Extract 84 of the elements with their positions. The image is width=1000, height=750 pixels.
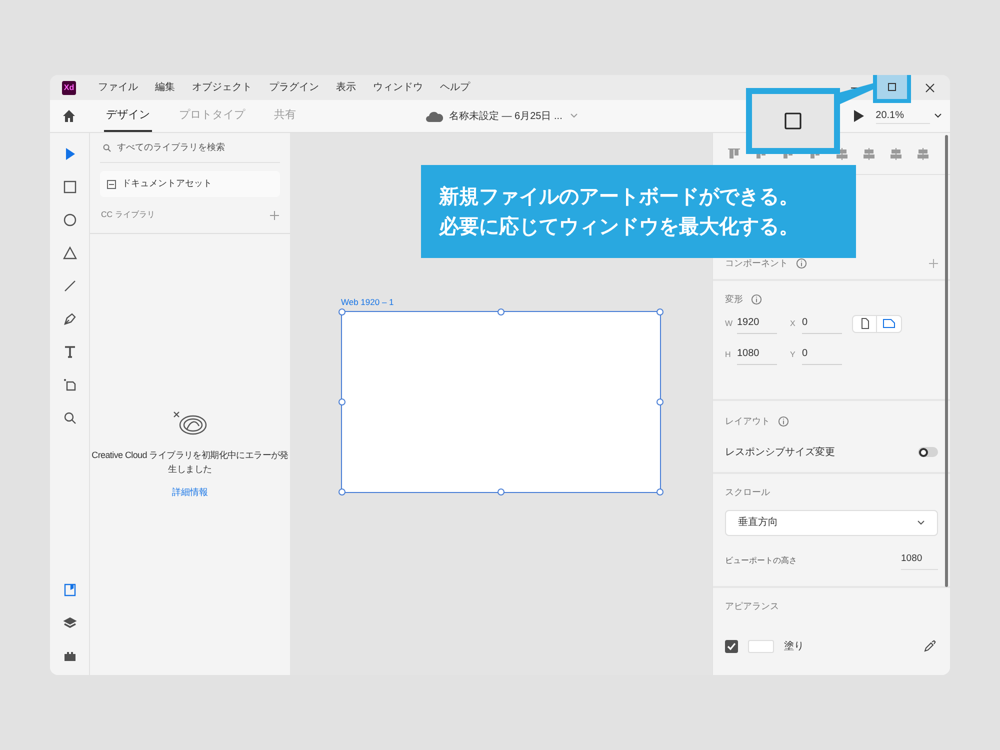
zoom-value[interactable]: 20.1%	[876, 108, 930, 124]
menu-item[interactable]: 編集	[155, 80, 175, 95]
plus-icon[interactable]	[270, 210, 279, 220]
section-title: レイアウト	[725, 415, 770, 428]
document-title[interactable]: 名称未設定 — 6月25日 ...	[449, 108, 562, 124]
fill-label: 塗り	[784, 640, 804, 654]
number-field[interactable]: 1920	[737, 314, 777, 334]
artboard-label[interactable]: Web 1920 – 1	[341, 296, 712, 308]
resize-handle[interactable]	[656, 308, 664, 316]
plus-icon[interactable]	[929, 259, 938, 268]
section-title: スクロール	[725, 486, 770, 499]
ellipse-icon[interactable]	[62, 213, 76, 227]
line-icon[interactable]	[62, 279, 76, 293]
plugin-icon[interactable]	[62, 649, 76, 663]
align-icon[interactable]	[727, 146, 741, 160]
field-label: X	[790, 318, 796, 330]
play-icon[interactable]	[854, 110, 864, 122]
callout-text: 必要に応じてウィンドウを最大化する。	[439, 214, 800, 240]
artboard-icon[interactable]	[62, 378, 76, 392]
scroll-dropdown[interactable]: 垂直方向	[725, 510, 938, 536]
search-input[interactable]: すべてのライブラリを検索	[117, 140, 267, 154]
error-message: Creative Cloud ライブラリを初期化中にエラーが発生しました	[90, 449, 290, 476]
document-assets-item[interactable]: ドキュメントアセット	[100, 171, 280, 197]
align-icon[interactable]	[835, 146, 849, 160]
field-label: W	[725, 318, 732, 330]
number-field[interactable]: 1080	[737, 346, 777, 364]
menu-item[interactable]: プラグイン	[269, 80, 319, 95]
color-swatch[interactable]	[748, 640, 774, 652]
close-icon[interactable]	[925, 82, 935, 92]
info-icon[interactable]	[796, 258, 807, 269]
menu-item[interactable]: オブジェクト	[192, 80, 252, 95]
menu-item[interactable]: ファイル	[98, 80, 138, 95]
align-icon[interactable]	[889, 146, 903, 160]
align-icon[interactable]	[862, 146, 876, 160]
toggle-switch[interactable]	[918, 447, 938, 457]
landscape-page-icon	[883, 318, 895, 329]
section-title: コンポーネント	[725, 256, 788, 270]
resize-handle[interactable]	[338, 398, 346, 406]
chevron-down-icon[interactable]	[934, 113, 942, 119]
section-title: CC ライブラリ	[101, 209, 155, 221]
app-logo: Xd	[62, 80, 76, 94]
maximize-icon	[784, 112, 802, 130]
cloud-error-icon	[172, 410, 208, 436]
responsive-label: レスポンシブサイズ変更	[725, 446, 835, 460]
home-icon[interactable]	[62, 109, 76, 123]
resize-handle[interactable]	[656, 488, 664, 496]
number-field[interactable]: 0	[802, 346, 842, 364]
resize-handle[interactable]	[498, 488, 504, 496]
triangle-icon[interactable]	[62, 246, 76, 260]
info-icon[interactable]	[751, 294, 762, 306]
search-icon[interactable]	[62, 411, 76, 425]
text-icon[interactable]	[62, 345, 76, 359]
document-icon	[107, 180, 116, 188]
section-title: アピアランス	[725, 600, 779, 613]
section-title: 変形	[725, 293, 743, 306]
layers-icon[interactable]	[62, 616, 76, 630]
resize-handle[interactable]	[338, 488, 346, 496]
eyedropper-icon[interactable]	[924, 640, 936, 652]
scrollbar[interactable]	[945, 135, 948, 587]
field-label: Y	[790, 349, 796, 361]
number-field[interactable]: 1080	[901, 552, 938, 570]
details-link[interactable]: 詳細情報	[172, 486, 208, 500]
menu-item[interactable]: ウィンドウ	[373, 80, 423, 95]
callout-text: 新規ファイルのアートボードができる。	[439, 184, 800, 210]
pen-icon[interactable]	[62, 312, 76, 326]
resize-handle[interactable]	[498, 308, 504, 316]
library-icon[interactable]	[62, 583, 76, 597]
number-field[interactable]: 0	[802, 314, 842, 334]
viewport-label: ビューポートの高さ	[725, 554, 797, 567]
search-icon	[103, 144, 111, 152]
info-icon[interactable]	[778, 416, 789, 428]
cloud-icon	[426, 110, 443, 122]
field-label: H	[725, 349, 732, 361]
menu-item[interactable]: ヘルプ	[440, 80, 470, 95]
align-icon[interactable]	[916, 146, 930, 160]
menu-item[interactable]: 表示	[336, 80, 356, 95]
checkbox[interactable]	[725, 640, 738, 652]
resize-handle[interactable]	[656, 398, 664, 406]
rectangle-icon[interactable]	[62, 180, 76, 194]
portrait-page-icon	[858, 318, 870, 329]
maximize-icon[interactable]	[887, 82, 897, 92]
chevron-down-icon	[917, 520, 925, 526]
search-field[interactable]: すべてのライブラリを検索	[100, 133, 280, 163]
resize-handle[interactable]	[338, 308, 346, 316]
